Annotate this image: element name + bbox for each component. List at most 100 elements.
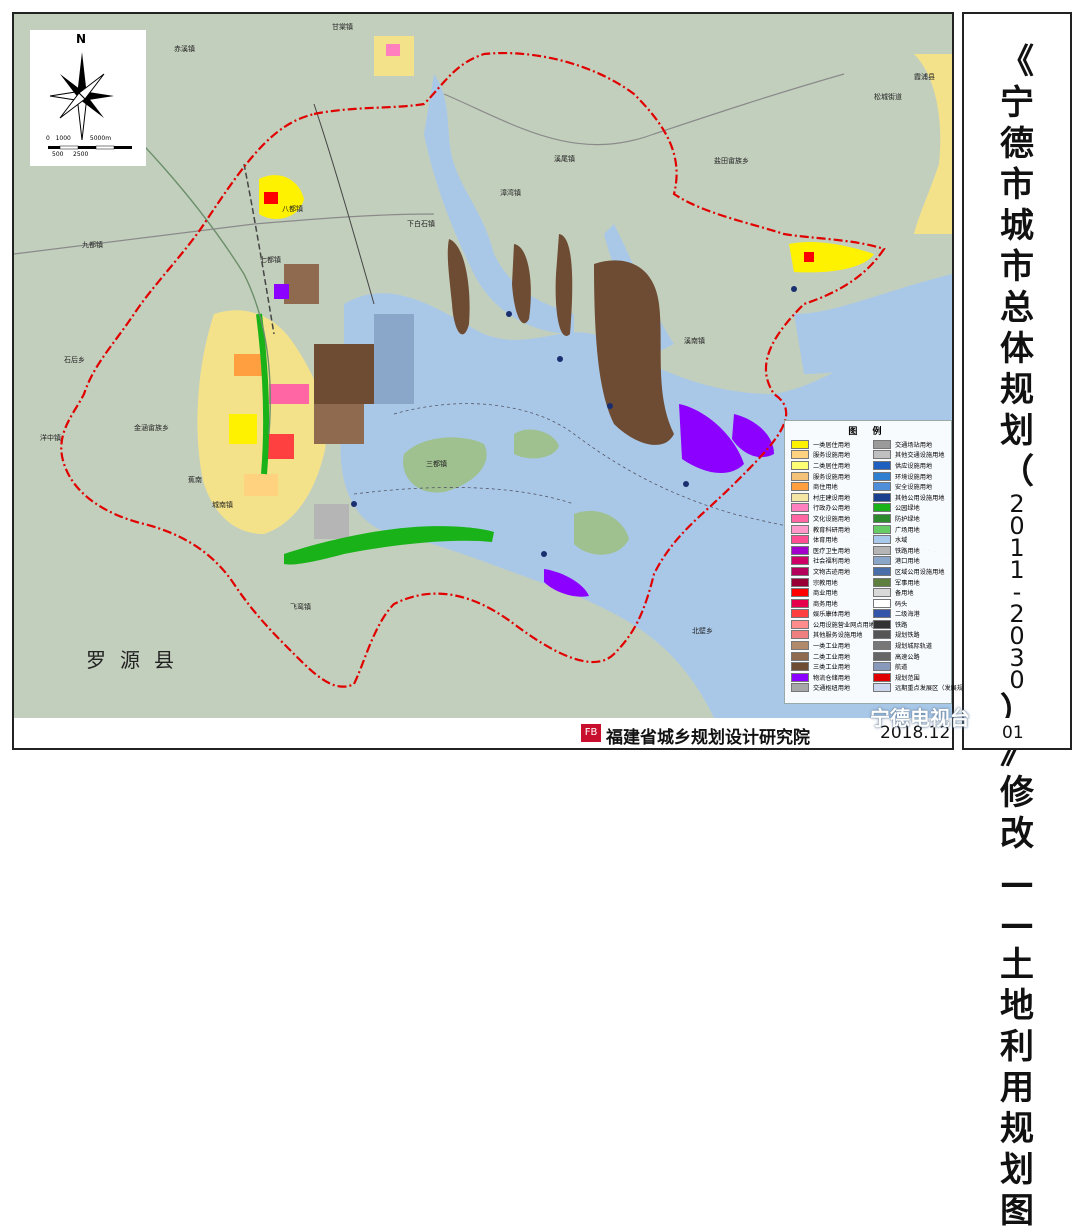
place-label: 漳湾镇 (500, 189, 521, 197)
title-char: 体 (1000, 329, 1034, 369)
title-char: 修 (1000, 773, 1034, 813)
legend-swatch (873, 609, 891, 619)
info-bar: FB 福建省城乡规划设计研究院 2018.12 (12, 718, 954, 750)
legend-label: 军事用地 (895, 579, 920, 587)
title-char: 城 (1000, 206, 1034, 246)
legend-label: 铁路 (895, 621, 908, 629)
place-label: 三都镇 (426, 460, 447, 468)
legend-label: 文化设施用地 (813, 515, 851, 523)
legend-title: 图 例 (848, 427, 888, 437)
legend-item: 其他服务设施用地 (787, 630, 869, 641)
legend-swatch (791, 577, 809, 587)
legend-item: 规划范围 (869, 672, 951, 683)
legend-swatch (873, 545, 891, 555)
legend-swatch (791, 535, 809, 545)
title-panel: 《宁德市城市总体规划（2 0 1 1-2 0 3 0）》修改 — — 土地利用规划图 (962, 12, 1072, 1231)
legend-item: 公用设施营业网点用地 (787, 619, 875, 630)
map-legend: 图 例 一类居住用地 服务设施用地 二类居住用地 服务设施用地 商住用地 村庄建设用地 行政… (784, 420, 988, 704)
place-label: 下白石镇 (407, 220, 435, 228)
legend-item: 商务用地 (787, 598, 869, 609)
legend-swatch (873, 450, 891, 460)
legend-item: 铁路 (869, 619, 951, 630)
title-char: 地 (1000, 986, 1034, 1026)
title-char: 市 (1000, 165, 1034, 205)
legend-item: 物流仓储用地 (787, 672, 869, 683)
place-label: 飞鸾镇 (290, 603, 311, 611)
legend-item: 三类工业用地 (787, 661, 869, 672)
legend-swatch (873, 460, 891, 470)
legend-item: 体育用地 (787, 534, 869, 545)
institute-name: 福建省城乡规划设计研究院 (606, 728, 810, 748)
legend-item: 高速公路 (869, 651, 951, 662)
legend-swatch (873, 471, 891, 481)
legend-swatch (791, 492, 809, 502)
legend-item: 服务设施用地 (787, 471, 869, 482)
legend-label: 其他交通设施用地 (895, 452, 945, 460)
legend-label: 服务设施用地 (813, 473, 851, 481)
legend-label: 物流仓储用地 (813, 674, 851, 682)
legend-label: 规划铁路 (895, 632, 920, 640)
legend-item: 远期重点发展区（发展规模待定） (869, 683, 988, 694)
legend-swatch (791, 683, 809, 693)
title-char: 土 (1000, 945, 1034, 985)
legend-label: 港口用地 (895, 558, 920, 566)
legend-item: 规划铁路 (869, 630, 951, 641)
legend-label: 安全设施用地 (895, 484, 933, 492)
tv-watermark: 宁德电视台 (870, 706, 970, 730)
legend-item: 服务设施用地 (787, 450, 869, 461)
title-char: — (1000, 904, 1034, 944)
title-char: 规 (1000, 370, 1034, 410)
legend-swatch (873, 556, 891, 566)
legend-label: 备用地 (895, 590, 914, 598)
place-label: 九都镇 (82, 241, 103, 249)
legend-item: 铁路用地 (869, 545, 951, 556)
legend-item: 备用地 (869, 587, 951, 598)
legend-swatch (873, 439, 891, 449)
legend-label: 高速公路 (895, 653, 920, 661)
legend-swatch (873, 619, 891, 629)
legend-item: 一类居住用地 (787, 439, 869, 450)
legend-item: 规划城际轨道 (869, 640, 951, 651)
title-char: 划 (1000, 1150, 1034, 1190)
legend-label: 水域 (895, 537, 908, 545)
legend-swatch (873, 662, 891, 672)
legend-item: 一类工业用地 (787, 640, 869, 651)
legend-swatch (791, 450, 809, 460)
legend-swatch (873, 672, 891, 682)
place-label: 石后乡 (64, 356, 85, 364)
legend-swatch (873, 535, 891, 545)
legend-label: 航道 (895, 664, 908, 672)
legend-item: 交通场站用地 (869, 439, 951, 450)
legend-item: 广场用地 (869, 524, 951, 535)
legend-item: 社会福利用地 (787, 556, 869, 567)
industrial-zone-west (314, 344, 374, 404)
legend-label: 体育用地 (813, 537, 838, 545)
legend-item: 其他交通设施用地 (869, 450, 951, 461)
sheet-number: 01 (1002, 723, 1024, 743)
legend-label: 环境设施用地 (895, 473, 933, 481)
legend-label: 广场用地 (895, 526, 920, 534)
place-label: 八都镇 (282, 205, 303, 213)
legend-swatch (873, 683, 891, 693)
title-char: 《 (1000, 42, 1034, 82)
legend-swatch (873, 651, 891, 661)
legend-swatch (791, 619, 809, 629)
legend-swatch (791, 524, 809, 534)
place-label: 溪南镇 (684, 337, 705, 345)
title-char: 图 (1000, 1191, 1034, 1231)
legend-label: 文物古迹用地 (813, 568, 851, 576)
place-label: 城南镇 (212, 501, 233, 509)
legend-swatch (873, 630, 891, 640)
legend-label: 商业用地 (813, 590, 838, 598)
legend-label: 一类居住用地 (813, 441, 851, 449)
title-char: 利 (1000, 1027, 1034, 1067)
place-label: 蕉南 (188, 476, 202, 484)
legend-label: 娱乐康体用地 (813, 611, 851, 619)
legend-swatch (791, 672, 809, 682)
legend-swatch (873, 503, 891, 513)
legend-item: 航道 (869, 661, 951, 672)
legend-column-left: 一类居住用地 服务设施用地 二类居住用地 服务设施用地 商住用地 村庄建设用地 行政办公用地… (787, 439, 875, 693)
title-char: 划 (1000, 411, 1034, 451)
legend-swatch (873, 524, 891, 534)
legend-item: 码头 (869, 598, 951, 609)
